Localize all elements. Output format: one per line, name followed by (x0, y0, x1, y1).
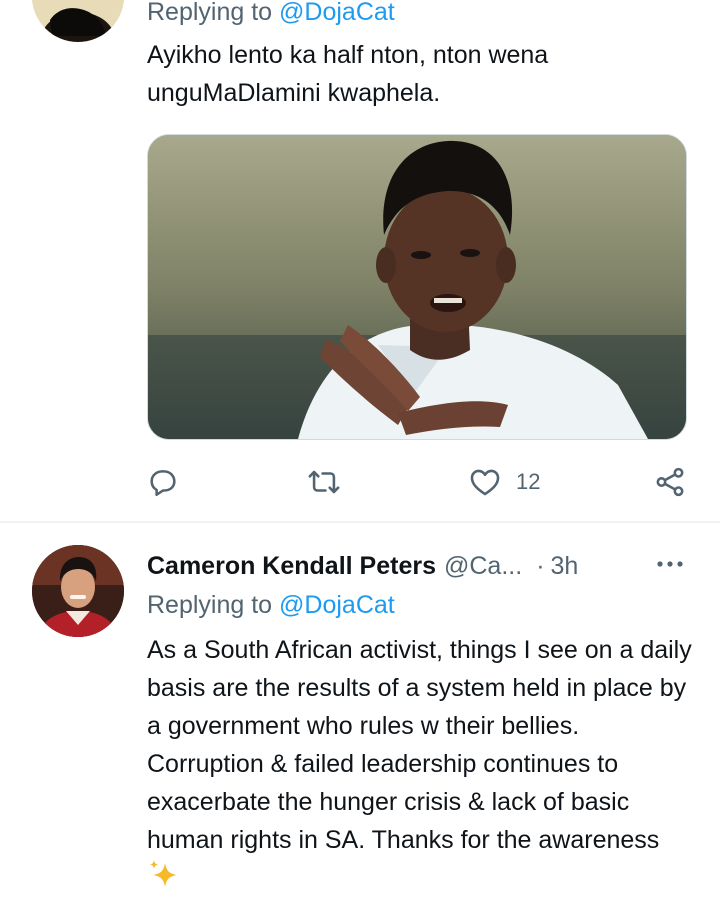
tweet-header: Cameron Kendall Peters @Ca... · 3h (147, 548, 687, 584)
heart-icon (468, 465, 502, 499)
reply-button[interactable] (146, 462, 180, 502)
replying-to: Replying to @DojaCat (147, 0, 395, 27)
tweet-text: As a South African activist, things I se… (147, 631, 692, 900)
share-icon (653, 465, 687, 499)
tweet-text: Ayikho lento ka half nton, nton wena ung… (147, 41, 549, 107)
tweet-actions: 12 (0, 462, 720, 502)
replying-handle-link[interactable]: @DojaCat (279, 591, 395, 619)
author-handle[interactable]: @Ca... (444, 552, 522, 581)
avatar[interactable] (32, 0, 124, 42)
replying-to: Replying to @DojaCat (147, 591, 395, 620)
share-button[interactable] (653, 462, 687, 502)
replying-label: Replying to (147, 0, 273, 26)
meta-separator: · (536, 551, 545, 580)
retweet-button[interactable] (306, 462, 342, 502)
like-button[interactable]: 12 (468, 462, 540, 502)
author-name[interactable]: Cameron Kendall Peters (147, 552, 436, 581)
tweet-1[interactable]: Replying to @DojaCat Ayikho lento ka hal… (0, 0, 720, 521)
avatar[interactable] (32, 545, 124, 637)
like-count: 12 (516, 469, 541, 494)
replying-handle-link[interactable]: @DojaCat (279, 0, 395, 26)
more-dots-icon (655, 556, 685, 574)
tweet-media-image[interactable] (147, 134, 687, 440)
sparkles-emoji-icon (147, 859, 181, 900)
tweet-text-content: As a South African activist, things I se… (147, 636, 692, 854)
retweet-icon (306, 465, 342, 499)
replying-label: Replying to (147, 591, 273, 619)
more-options-button[interactable] (652, 551, 688, 579)
reply-icon (146, 465, 180, 499)
tweet-timestamp[interactable]: 3h (551, 552, 579, 581)
